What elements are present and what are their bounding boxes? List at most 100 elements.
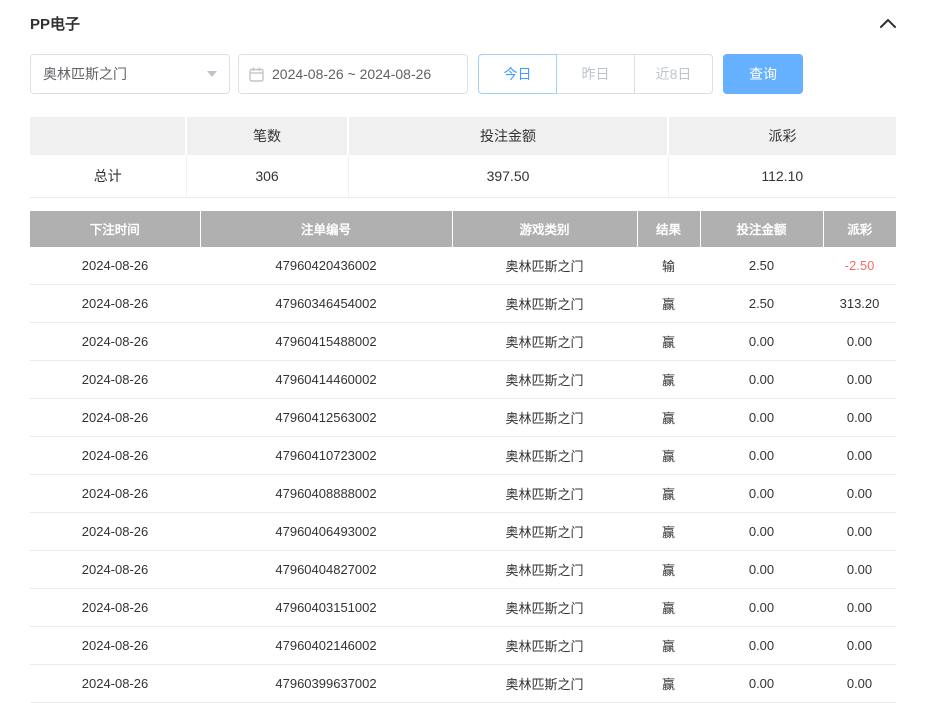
panel-title: PP电子: [30, 13, 80, 34]
chevron-down-icon: [207, 71, 217, 77]
bet-id-cell: 47960402146002: [200, 627, 452, 665]
payout-cell: 0.00: [823, 361, 896, 399]
bet-amount-cell: 0.00: [700, 475, 823, 513]
summary-header-payout: 派彩: [668, 117, 896, 155]
bet-time-cell: 2024-08-26: [30, 627, 200, 665]
bet-amount-cell: 0.00: [700, 361, 823, 399]
summary-total-label: 总计: [30, 155, 186, 197]
bet-amount-cell: 0.00: [700, 589, 823, 627]
bet-amount-cell: 0.00: [700, 665, 823, 703]
table-row: 2024-08-2647960406493002奥林匹斯之门赢0.000.00: [30, 513, 896, 551]
bet-table-header-row: 下注时间 注单编号 游戏类别 结果 投注金额 派彩: [30, 211, 896, 247]
summary-total-payout: 112.10: [668, 155, 896, 197]
table-row: 2024-08-2647960420436002奥林匹斯之门输2.50-2.50: [30, 247, 896, 285]
game-type-cell: 奥林匹斯之门: [452, 589, 637, 627]
table-row: 2024-08-2647960415488002奥林匹斯之门赢0.000.00: [30, 323, 896, 361]
date-range-value: 2024-08-26 ~ 2024-08-26: [272, 66, 431, 82]
bet-id-cell: 47960404827002: [200, 551, 452, 589]
bet-id-cell: 47960406493002: [200, 513, 452, 551]
summary-header-bet-amount: 投注金额: [348, 117, 668, 155]
table-row: 2024-08-2647960403151002奥林匹斯之门赢0.000.00: [30, 589, 896, 627]
bet-id-cell: 47960420436002: [200, 247, 452, 285]
bet-table: 下注时间 注单编号 游戏类别 结果 投注金额 派彩 2024-08-264796…: [30, 211, 896, 703]
result-cell: 赢: [637, 437, 700, 475]
summary-table: 笔数 投注金额 派彩 总计 306 397.50 112.10: [30, 117, 896, 198]
bet-time-cell: 2024-08-26: [30, 285, 200, 323]
payout-cell: 0.00: [823, 665, 896, 703]
bet-id-cell: 47960415488002: [200, 323, 452, 361]
table-row: 2024-08-2647960399637002奥林匹斯之门赢0.000.00: [30, 665, 896, 703]
header-bet-id: 注单编号: [200, 211, 452, 247]
summary-header-count: 笔数: [186, 117, 348, 155]
bet-time-cell: 2024-08-26: [30, 437, 200, 475]
payout-cell: 0.00: [823, 399, 896, 437]
bet-time-cell: 2024-08-26: [30, 323, 200, 361]
header-result: 结果: [637, 211, 700, 247]
payout-cell: 0.00: [823, 323, 896, 361]
table-row: 2024-08-2647960412563002奥林匹斯之门赢0.000.00: [30, 399, 896, 437]
calendar-icon: [249, 67, 264, 82]
bet-time-cell: 2024-08-26: [30, 361, 200, 399]
result-cell: 赢: [637, 285, 700, 323]
bet-time-cell: 2024-08-26: [30, 475, 200, 513]
quick-range-button-group: 今日 昨日 近8日: [478, 54, 713, 94]
payout-cell: 313.20: [823, 285, 896, 323]
bet-amount-cell: 0.00: [700, 323, 823, 361]
payout-cell: 0.00: [823, 475, 896, 513]
bet-amount-cell: 0.00: [700, 627, 823, 665]
panel-header: PP电子: [30, 0, 896, 46]
bet-id-cell: 47960414460002: [200, 361, 452, 399]
table-row: 2024-08-2647960414460002奥林匹斯之门赢0.000.00: [30, 361, 896, 399]
header-bet-amount: 投注金额: [700, 211, 823, 247]
game-select[interactable]: 奥林匹斯之门: [30, 54, 230, 94]
game-type-cell: 奥林匹斯之门: [452, 285, 637, 323]
bet-time-cell: 2024-08-26: [30, 665, 200, 703]
header-payout: 派彩: [823, 211, 896, 247]
payout-cell: 0.00: [823, 627, 896, 665]
game-type-cell: 奥林匹斯之门: [452, 475, 637, 513]
payout-cell: 0.00: [823, 551, 896, 589]
game-type-cell: 奥林匹斯之门: [452, 247, 637, 285]
bet-id-cell: 47960346454002: [200, 285, 452, 323]
game-type-cell: 奥林匹斯之门: [452, 551, 637, 589]
yesterday-button[interactable]: 昨日: [556, 54, 635, 94]
bet-table-body: 2024-08-2647960420436002奥林匹斯之门输2.50-2.50…: [30, 247, 896, 703]
bet-time-cell: 2024-08-26: [30, 513, 200, 551]
bet-time-cell: 2024-08-26: [30, 399, 200, 437]
summary-header-row: 笔数 投注金额 派彩: [30, 117, 896, 155]
bet-amount-cell: 2.50: [700, 285, 823, 323]
game-type-cell: 奥林匹斯之门: [452, 399, 637, 437]
query-button[interactable]: 查询: [723, 54, 803, 94]
game-type-cell: 奥林匹斯之门: [452, 627, 637, 665]
bet-time-cell: 2024-08-26: [30, 589, 200, 627]
game-select-value: 奥林匹斯之门: [43, 64, 127, 84]
last-8-days-button[interactable]: 近8日: [634, 54, 713, 94]
result-cell: 赢: [637, 627, 700, 665]
chevron-up-icon[interactable]: [880, 18, 896, 28]
result-cell: 赢: [637, 323, 700, 361]
payout-cell: 0.00: [823, 513, 896, 551]
summary-header-empty: [30, 117, 186, 155]
result-cell: 赢: [637, 399, 700, 437]
result-cell: 赢: [637, 513, 700, 551]
table-row: 2024-08-2647960402146002奥林匹斯之门赢0.000.00: [30, 627, 896, 665]
bet-amount-cell: 2.50: [700, 247, 823, 285]
game-type-cell: 奥林匹斯之门: [452, 361, 637, 399]
bet-id-cell: 47960399637002: [200, 665, 452, 703]
bet-amount-cell: 0.00: [700, 513, 823, 551]
game-type-cell: 奥林匹斯之门: [452, 513, 637, 551]
today-button[interactable]: 今日: [478, 54, 557, 94]
header-bet-time: 下注时间: [30, 211, 200, 247]
date-range-input[interactable]: 2024-08-26 ~ 2024-08-26: [238, 54, 468, 94]
result-cell: 输: [637, 247, 700, 285]
result-cell: 赢: [637, 551, 700, 589]
table-row: 2024-08-2647960408888002奥林匹斯之门赢0.000.00: [30, 475, 896, 513]
result-cell: 赢: [637, 361, 700, 399]
bet-id-cell: 47960403151002: [200, 589, 452, 627]
bet-time-cell: 2024-08-26: [30, 551, 200, 589]
bet-amount-cell: 0.00: [700, 551, 823, 589]
summary-total-row: 总计 306 397.50 112.10: [30, 155, 896, 197]
bet-amount-cell: 0.00: [700, 399, 823, 437]
bet-id-cell: 47960412563002: [200, 399, 452, 437]
table-row: 2024-08-2647960346454002奥林匹斯之门赢2.50313.2…: [30, 285, 896, 323]
